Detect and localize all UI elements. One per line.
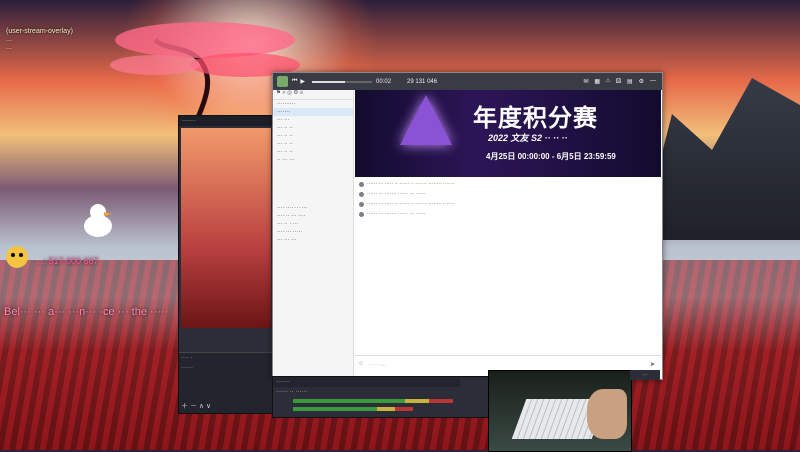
send-icon[interactable]: ➤ (650, 361, 655, 368)
banner-subtitle: 2022 文友 S2 ·· ·· ·· (488, 133, 568, 143)
audio-meter (293, 399, 453, 403)
sidebar-item[interactable]: ··· ·· ·· (273, 140, 353, 148)
phone-overlay: ...: 517 000 667 (36, 256, 99, 266)
obs-controls-dock[interactable] (460, 378, 490, 416)
obs-scene-panel: ···· · ······ ＋ － ∧ ∨ (179, 352, 275, 413)
chat-message[interactable]: ······ ··· ······· ······ ··· ······ (355, 189, 661, 199)
input-placeholder: ······... (369, 362, 386, 368)
qq-main-window[interactable]: ⏮ ▶ 00:02 29 131 046 ✉ ▦ ⌂ ⚄ ▤ ⚙ — ⚑ ⌕ ◎… (272, 72, 663, 380)
sidebar-bottom-item[interactable]: ··· ··· ··· (273, 236, 353, 244)
play-icon[interactable]: ▶ (300, 78, 305, 85)
obs-titlebar: ······· (179, 116, 275, 126)
event-banner[interactable]: 年度积分赛 2022 文友 S2 ·· ·· ·· 4月25日 00:00:00… (355, 90, 661, 177)
sidebar-item[interactable]: ··· ·· ·· (273, 124, 353, 132)
down-icon[interactable]: ∨ (206, 403, 211, 410)
add-icon[interactable]: ＋ (181, 403, 188, 410)
obs-preview (181, 128, 271, 328)
sidebar-bottom-item[interactable]: ···· ···· ··· ··· (273, 204, 353, 212)
remove-icon[interactable]: － (190, 403, 197, 410)
audio-meter (293, 407, 413, 411)
sidebar-bottom-item[interactable]: ··· ·· · ··· (273, 220, 353, 228)
apps-icon[interactable]: ▦ (594, 78, 600, 85)
qq-topbar: ⏮ ▶ 00:02 29 131 046 ✉ ▦ ⌂ ⚄ ▤ ⚙ — (273, 73, 662, 90)
prev-track-icon[interactable]: ⏮ (292, 78, 297, 85)
avatar[interactable] (277, 76, 288, 87)
overlay-line: (user-stream-overlay) (6, 28, 73, 35)
banner-triangle-graphic (400, 95, 452, 145)
music-progress-bar[interactable] (312, 80, 373, 83)
qq-sidebar: ⚑ ⌕ ◎ ⚙ ≡ ·········· ······· ··· ··· ···… (273, 90, 354, 379)
qq-number: 29 131 046 (407, 78, 438, 85)
overlay-line: ... (6, 44, 12, 51)
obs-mixer-dock[interactable]: ······· ······ ·· ······ (272, 376, 490, 418)
wallpaper-mountain (640, 78, 800, 240)
sidebar-selected-item[interactable]: ······· (273, 108, 353, 116)
banner-title: 年度积分赛 (473, 105, 598, 132)
sidebar-bottom-item[interactable]: ···· ··· ····· (273, 228, 353, 236)
user-avatar-icon (359, 211, 364, 217)
overlay-wall-text: Bel··· ··· a··· ···n··· ·ce ··· the ····… (4, 306, 169, 318)
sidebar-item[interactable]: ·· ··· ··· (273, 156, 353, 164)
folder-icon[interactable]: ▤ (627, 78, 633, 85)
obs-panel-buttons: ＋ － ∧ ∨ (181, 401, 211, 411)
game-icon[interactable]: ⚄ (616, 78, 621, 85)
chat-message[interactable]: ······ ··· ····· ·· ······ ·· ······· ··… (355, 199, 661, 209)
duck-mascot-icon (84, 204, 112, 237)
webcam-label: ··· (630, 370, 660, 380)
yellow-mascot-icon (6, 246, 28, 268)
message-list: ······ ··· ····· ·· ······ ·· ······· ··… (355, 179, 661, 354)
banner-date: 4月25日 00:00:00 - 6月5日 23:59:59 (486, 152, 616, 161)
chat-message[interactable]: ······ ··· ······· ······ ··· ······ (355, 209, 661, 219)
user-avatar-icon (359, 201, 364, 207)
song-time: 00:02 (376, 78, 392, 85)
sidebar-bottom-item[interactable]: ···· ·· ··· ···· (273, 212, 353, 220)
user-avatar-icon (359, 191, 364, 197)
mixer-toolbar: ······· (273, 377, 489, 387)
overlay-line: ... (6, 36, 12, 43)
emoji-icon[interactable]: ☺ (358, 361, 364, 367)
settings-icon[interactable]: ⚙ (639, 78, 644, 85)
sidebar-item[interactable]: ··· ·· ·· (273, 132, 353, 140)
sidebar-item[interactable]: ··· ··· (273, 116, 353, 124)
sidebar-header[interactable]: ·········· (273, 100, 353, 108)
up-icon[interactable]: ∧ (199, 403, 204, 410)
qq-top-icons: ✉ ▦ ⌂ ⚄ ▤ ⚙ — (583, 78, 662, 85)
mixer-row: ······ ·· ······ (276, 389, 308, 395)
hand-image (587, 389, 627, 439)
user-avatar-icon (359, 181, 364, 187)
obs-panel-title: ···· · (181, 355, 193, 361)
sidebar-toolbar: ⚑ ⌕ ◎ ⚙ ≡ (273, 90, 353, 100)
message-icon[interactable]: ✉ (583, 78, 588, 85)
chat-message[interactable]: ······ ··· ····· ·· ······ ·· ······· ··… (355, 179, 661, 189)
home-icon[interactable]: ⌂ (606, 78, 610, 85)
obs-scene-item[interactable]: ······ (179, 363, 275, 373)
sidebar-item[interactable]: ··· ·· ·· (273, 148, 353, 156)
obs-window[interactable]: ······· ···· · ······ ＋ － ∧ ∨ (178, 115, 276, 414)
webcam-feed (488, 370, 632, 452)
minimize-icon[interactable]: — (650, 78, 656, 85)
